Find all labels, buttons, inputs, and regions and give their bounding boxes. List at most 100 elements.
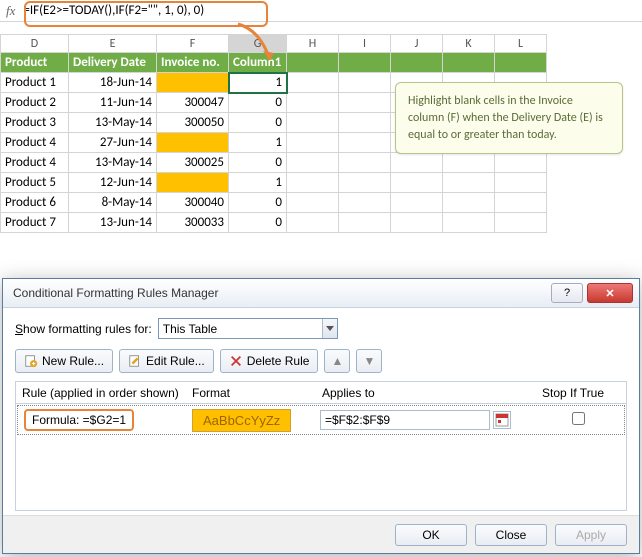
cell-date[interactable]: 11-Jun-14	[69, 93, 157, 113]
edit-rule-button[interactable]: Edit Rule...	[119, 349, 214, 373]
empty-cell[interactable]	[443, 153, 495, 173]
empty-cell[interactable]	[391, 173, 443, 193]
cell-product[interactable]: Product 6	[1, 193, 69, 213]
cell-col1[interactable]: 0	[229, 113, 287, 133]
empty-cell[interactable]	[339, 133, 391, 153]
col-header-E[interactable]: E	[69, 35, 157, 53]
cell-invoice[interactable]	[157, 133, 229, 153]
empty-cell[interactable]	[287, 153, 339, 173]
table-header-cell[interactable]	[391, 53, 443, 73]
table-header-cell[interactable]: Delivery Date	[69, 53, 157, 73]
fx-icon[interactable]: fx	[6, 3, 15, 19]
cell-date[interactable]: 18-Jun-14	[69, 73, 157, 93]
empty-cell[interactable]	[287, 213, 339, 233]
cell-product[interactable]: Product 4	[1, 133, 69, 153]
rule-format-preview: AaBbCcYyZz	[186, 409, 314, 432]
empty-cell[interactable]	[391, 193, 443, 213]
empty-cell[interactable]	[339, 113, 391, 133]
col-header-D[interactable]: D	[1, 35, 69, 53]
cell-date[interactable]: 13-Jun-14	[69, 213, 157, 233]
empty-cell[interactable]	[287, 73, 339, 93]
empty-cell[interactable]	[443, 213, 495, 233]
empty-cell[interactable]	[287, 113, 339, 133]
col-header-I[interactable]: I	[339, 35, 391, 53]
cell-invoice[interactable]: 300025	[157, 153, 229, 173]
empty-cell[interactable]	[339, 93, 391, 113]
cell-invoice[interactable]: 300050	[157, 113, 229, 133]
table-header-cell[interactable]	[443, 53, 495, 73]
col-header-F[interactable]: F	[157, 35, 229, 53]
col-header-G[interactable]: G	[229, 35, 287, 53]
formula-input[interactable]	[23, 3, 642, 18]
empty-cell[interactable]	[495, 173, 547, 193]
applies-to-input[interactable]	[320, 410, 490, 430]
cell-invoice[interactable]: 300040	[157, 193, 229, 213]
cell-col1[interactable]: 0	[229, 153, 287, 173]
move-down-button[interactable]: ▼	[356, 349, 382, 373]
empty-cell[interactable]	[339, 153, 391, 173]
empty-cell[interactable]	[443, 193, 495, 213]
empty-cell[interactable]	[287, 173, 339, 193]
cell-date[interactable]: 13-May-14	[69, 153, 157, 173]
cell-col1[interactable]: 0	[229, 93, 287, 113]
empty-cell[interactable]	[339, 173, 391, 193]
cell-product[interactable]: Product 3	[1, 113, 69, 133]
cell-product[interactable]: Product 5	[1, 173, 69, 193]
cell-invoice[interactable]: 300047	[157, 93, 229, 113]
empty-cell[interactable]	[391, 213, 443, 233]
empty-cell[interactable]	[287, 133, 339, 153]
table-header-cell[interactable]	[287, 53, 339, 73]
cell-col1[interactable]: 1	[229, 173, 287, 193]
empty-cell[interactable]	[339, 193, 391, 213]
col-header-L[interactable]: L	[495, 35, 547, 53]
col-header-J[interactable]: J	[391, 35, 443, 53]
rule-row[interactable]: Formula: =$G2=1 AaBbCcYyZz	[17, 405, 625, 435]
dropdown-icon[interactable]	[322, 319, 337, 338]
close-button[interactable]: ✕	[587, 283, 633, 303]
cell-product[interactable]: Product 7	[1, 213, 69, 233]
cell-date[interactable]: 8-May-14	[69, 193, 157, 213]
empty-cell[interactable]	[391, 153, 443, 173]
ok-button[interactable]: OK	[395, 524, 467, 546]
show-rules-input[interactable]	[159, 322, 322, 336]
empty-cell[interactable]	[495, 213, 547, 233]
close-footer-button[interactable]: Close	[475, 524, 547, 546]
table-header-cell[interactable]	[339, 53, 391, 73]
move-up-button[interactable]: ▲	[324, 349, 350, 373]
formula-bar: fx	[0, 0, 642, 22]
col-header-K[interactable]: K	[443, 35, 495, 53]
cell-col1[interactable]: 1	[229, 73, 287, 93]
range-picker-icon[interactable]	[493, 411, 511, 429]
empty-cell[interactable]	[495, 153, 547, 173]
cell-product[interactable]: Product 4	[1, 153, 69, 173]
cell-col1[interactable]: 0	[229, 213, 287, 233]
rules-list[interactable]: Formula: =$G2=1 AaBbCcYyZz	[15, 403, 627, 511]
empty-cell[interactable]	[339, 73, 391, 93]
table-header-cell[interactable]: Product	[1, 53, 69, 73]
empty-cell[interactable]	[287, 93, 339, 113]
cell-date[interactable]: 27-Jun-14	[69, 133, 157, 153]
cell-col1[interactable]: 1	[229, 133, 287, 153]
table-header-cell[interactable]	[495, 53, 547, 73]
empty-cell[interactable]	[339, 213, 391, 233]
cell-date[interactable]: 13-May-14	[69, 113, 157, 133]
new-rule-button[interactable]: New Rule...	[15, 349, 113, 373]
cell-invoice[interactable]	[157, 173, 229, 193]
empty-cell[interactable]	[495, 193, 547, 213]
delete-rule-button[interactable]: Delete Rule	[220, 349, 319, 373]
cell-product[interactable]: Product 2	[1, 93, 69, 113]
cell-invoice[interactable]	[157, 73, 229, 93]
cell-date[interactable]: 12-Jun-14	[69, 173, 157, 193]
table-header-cell[interactable]: Invoice no.	[157, 53, 229, 73]
apply-button[interactable]: Apply	[555, 524, 627, 546]
table-header-cell[interactable]: Column1	[229, 53, 287, 73]
help-button[interactable]: ?	[551, 283, 583, 303]
cell-invoice[interactable]: 300033	[157, 213, 229, 233]
empty-cell[interactable]	[287, 193, 339, 213]
empty-cell[interactable]	[443, 173, 495, 193]
cell-product[interactable]: Product 1	[1, 73, 69, 93]
stop-if-true-checkbox[interactable]	[572, 412, 585, 425]
cell-col1[interactable]: 0	[229, 193, 287, 213]
col-header-H[interactable]: H	[287, 35, 339, 53]
show-rules-combo[interactable]	[158, 318, 338, 339]
